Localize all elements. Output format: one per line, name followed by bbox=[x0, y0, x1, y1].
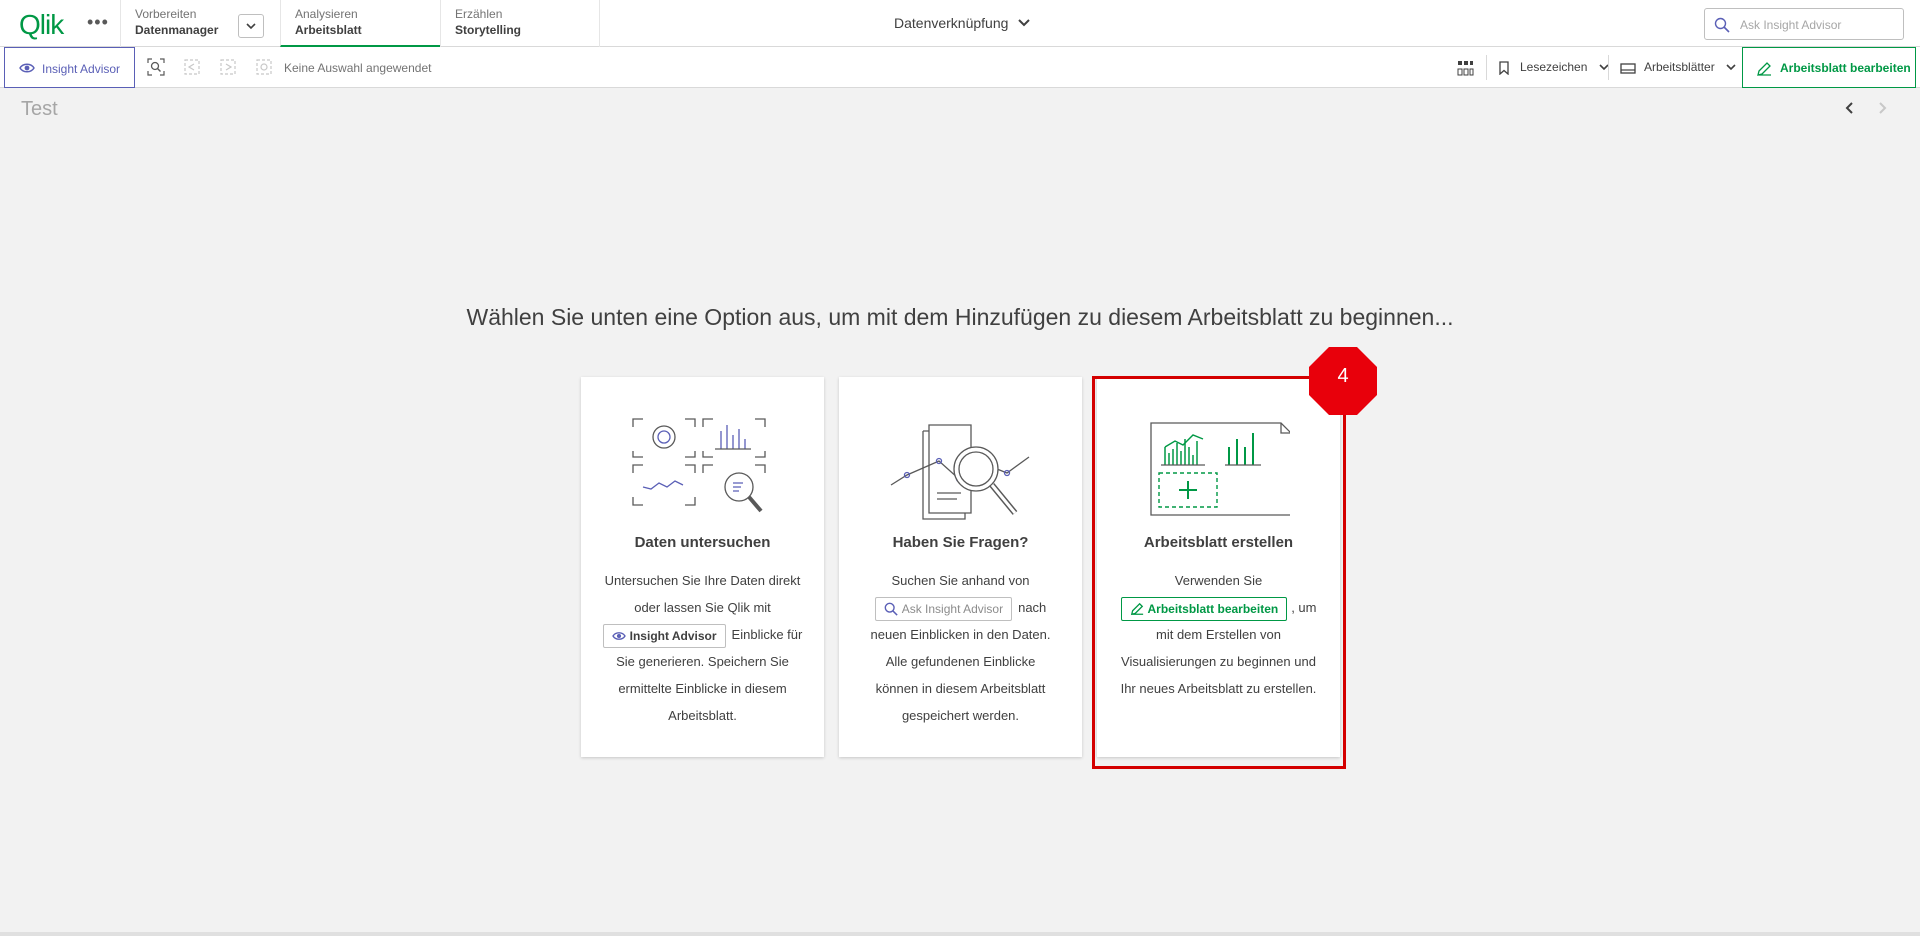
search-icon bbox=[1714, 17, 1730, 33]
insight-advisor-button[interactable]: Insight Advisor bbox=[4, 47, 135, 88]
explore-data-illustration-icon bbox=[632, 418, 766, 513]
sheets-icon bbox=[1620, 63, 1636, 74]
bookmarks-label: Lesezeichen bbox=[1520, 60, 1588, 74]
chevron-down-icon bbox=[1018, 19, 1030, 27]
search-icon bbox=[884, 603, 898, 617]
insight-advisor-inline-button[interactable]: Insight Advisor bbox=[602, 623, 726, 648]
card-ask-questions: Haben Sie Fragen? Suchen Sie anhand von … bbox=[839, 377, 1082, 757]
sheet-title: Test bbox=[21, 98, 58, 120]
stage-analyze[interactable]: Analysieren Arbeitsblatt bbox=[280, 0, 440, 47]
qlik-logo[interactable]: Qlik bbox=[19, 9, 64, 41]
next-sheet-icon[interactable] bbox=[1875, 100, 1889, 116]
chevron-down-icon bbox=[1726, 64, 1736, 71]
bottom-edge bbox=[0, 932, 1920, 936]
stage-narrate[interactable]: Erzählen Storytelling bbox=[440, 0, 600, 47]
divider bbox=[1486, 55, 1487, 80]
grid-view-icon[interactable] bbox=[1456, 59, 1474, 77]
chevron-down-icon bbox=[246, 23, 256, 30]
insight-advisor-label: Insight Advisor bbox=[42, 62, 121, 76]
card-explore-data: Daten untersuchen Untersuchen Sie Ihre D… bbox=[581, 377, 824, 757]
pencil-icon bbox=[1757, 62, 1771, 76]
stage-value: Arbeitsblatt bbox=[295, 23, 362, 37]
card-text-part: Suchen Sie anhand von bbox=[891, 573, 1030, 588]
step-back-icon[interactable] bbox=[183, 58, 201, 76]
stage-label: Erzählen bbox=[455, 7, 503, 21]
app-title: Datenverknüpfung bbox=[894, 15, 1009, 31]
edit-sheet-label: Arbeitsblatt bearbeiten bbox=[1780, 61, 1911, 75]
step-badge: 4 bbox=[1308, 346, 1378, 416]
button-label: Insight Advisor bbox=[629, 628, 717, 643]
previous-sheet-icon[interactable] bbox=[1843, 100, 1857, 116]
ask-insight-inline-search[interactable]: Ask Insight Advisor bbox=[874, 596, 1013, 621]
stage-dropdown-button[interactable] bbox=[238, 14, 264, 38]
card-text-part: Untersuchen Sie Ihre Daten direkt oder l… bbox=[604, 573, 801, 615]
more-menu-icon[interactable]: ••• bbox=[87, 12, 109, 33]
app-title-dropdown[interactable]: Datenverknüpfung bbox=[894, 15, 1030, 31]
step-forward-icon[interactable] bbox=[219, 58, 237, 76]
insight-advisor-icon bbox=[611, 632, 626, 641]
stage-label: Analysieren bbox=[295, 7, 358, 21]
smart-search-icon[interactable] bbox=[147, 58, 165, 76]
divider bbox=[1608, 55, 1609, 80]
insight-advisor-icon bbox=[19, 63, 35, 73]
card-description: Untersuchen Sie Ihre Daten direkt oder l… bbox=[581, 567, 824, 729]
card-title: Haben Sie Fragen? bbox=[892, 534, 1029, 551]
sheets-label: Arbeitsblätter bbox=[1644, 60, 1715, 74]
card-description: Suchen Sie anhand von Ask Insight Adviso… bbox=[839, 567, 1082, 729]
search-placeholder: Ask Insight Advisor bbox=[1740, 18, 1842, 32]
bookmark-icon bbox=[1499, 61, 1509, 76]
toolbar: Insight Advisor Keine Auswahl angewendet… bbox=[0, 47, 1920, 88]
top-bar: Qlik ••• Vorbereiten Datenmanager Analys… bbox=[0, 0, 1920, 47]
ask-questions-illustration-icon bbox=[890, 424, 1030, 520]
highlight-frame bbox=[1092, 376, 1346, 769]
button-label: Ask Insight Advisor bbox=[901, 601, 1004, 616]
sheets-dropdown[interactable]: Arbeitsblätter bbox=[1620, 60, 1736, 74]
clear-selections-icon[interactable] bbox=[255, 58, 273, 76]
bookmarks-dropdown[interactable]: Lesezeichen bbox=[1498, 60, 1609, 76]
empty-sheet-headline: Wählen Sie unten eine Option aus, um mit… bbox=[466, 304, 1454, 330]
no-selection-text: Keine Auswahl angewendet bbox=[284, 61, 432, 75]
card-title: Daten untersuchen bbox=[634, 534, 771, 551]
step-number: 4 bbox=[1337, 365, 1349, 387]
edit-sheet-button[interactable]: Arbeitsblatt bearbeiten bbox=[1742, 47, 1916, 88]
stage-value: Storytelling bbox=[455, 23, 522, 37]
ask-insight-search[interactable]: Ask Insight Advisor bbox=[1704, 8, 1904, 40]
